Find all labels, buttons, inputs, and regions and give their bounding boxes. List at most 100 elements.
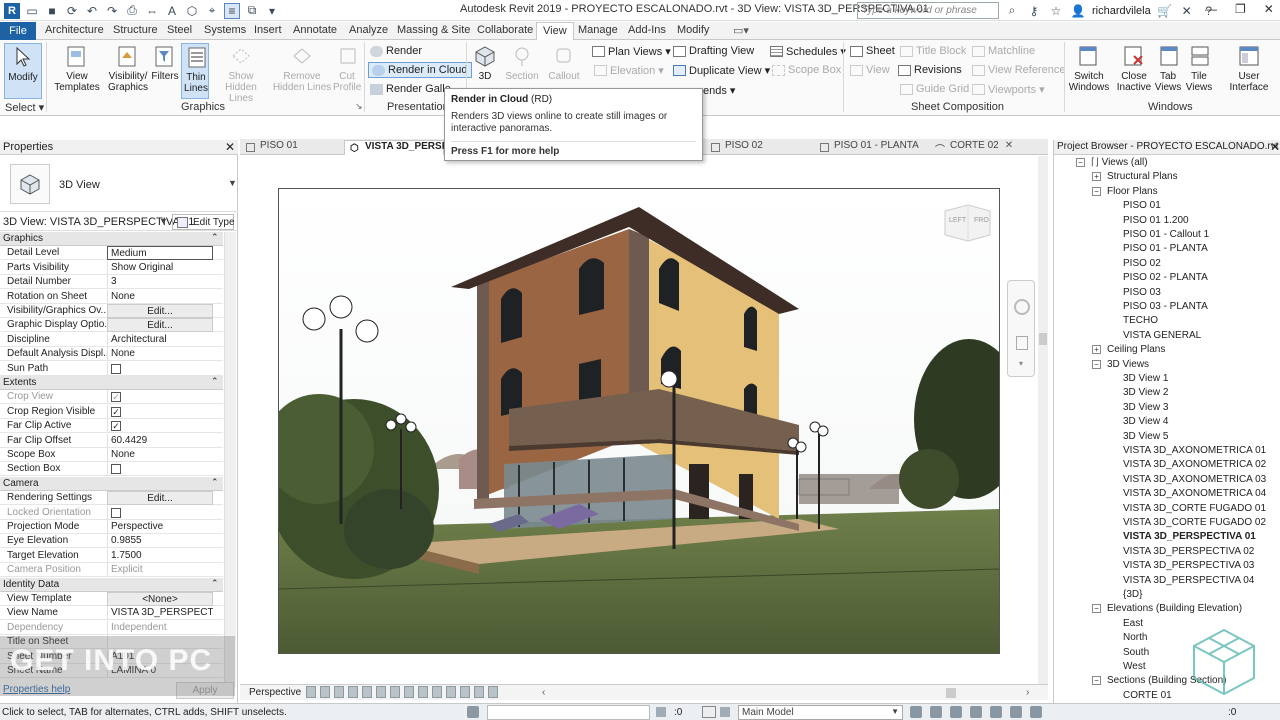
thin-lines-icon[interactable]: ≡ [224, 2, 240, 19]
property-row[interactable]: Visibility/Graphics Ov... Edit... [0, 304, 223, 318]
sheet-button[interactable]: Sheet [850, 45, 895, 57]
help-search-input[interactable]: Type a keyword or phrase [857, 2, 999, 19]
cut-profile-button[interactable]: Cut Profile [333, 43, 361, 93]
tree-node[interactable]: 3D View 2 [1123, 387, 1168, 398]
favorites-star-icon[interactable]: ☆ [1048, 3, 1064, 19]
type-selector[interactable]: 3D View ▼ [0, 156, 238, 212]
tab-add-ins[interactable]: Add-Ins [628, 24, 666, 36]
revisions-button[interactable]: Revisions [898, 64, 962, 76]
tree-node[interactable]: PISO 01 1.200 [1123, 215, 1189, 226]
property-value[interactable]: Show Original [107, 260, 213, 275]
editing-requests-icon[interactable] [656, 707, 666, 717]
user-icon[interactable]: 👤 [1070, 3, 1086, 19]
view-tab-vista-3d[interactable]: ⬡ VISTA 3D_PERSPE [344, 140, 455, 155]
tab-views-button[interactable]: Tab Views [1154, 43, 1182, 93]
drag-elements-icon[interactable] [990, 706, 1002, 718]
property-value[interactable]: ✓ [107, 419, 213, 434]
drafting-view-button[interactable]: Drafting View [673, 45, 754, 57]
close-icon[interactable]: ✕ [225, 140, 235, 154]
render-in-cloud-button[interactable]: Render in Cloud [368, 62, 472, 78]
property-group-header[interactable]: Camera ⌃ [0, 476, 223, 491]
tree-node[interactable]: VISTA 3D_PERSPECTIVA 03 [1123, 560, 1254, 571]
expand-node-icon[interactable]: + [1092, 345, 1101, 355]
tab-architecture[interactable]: Architecture [45, 24, 104, 36]
sync-icon[interactable]: ⟳ [64, 3, 80, 19]
save-icon[interactable]: ■ [44, 3, 60, 19]
plan-views-button[interactable]: Plan Views ▾ [592, 45, 671, 58]
steering-wheel-icon[interactable] [1014, 299, 1030, 315]
property-value[interactable]: <None> [107, 592, 213, 606]
property-checkbox[interactable]: ✓ [111, 406, 121, 417]
property-row[interactable]: Camera Position Explicit [0, 563, 223, 578]
property-row[interactable]: View Template <None> [0, 592, 223, 606]
tree-node[interactable]: VISTA 3D_PERSPECTIVA 02 [1123, 546, 1254, 557]
graphics-dialog-launcher-icon[interactable]: ↘ [355, 101, 363, 112]
view-tab-piso-01[interactable]: PISO 01 [240, 140, 344, 155]
user-interface-button[interactable]: User Interface [1226, 43, 1272, 93]
collapse-node-icon[interactable]: − [1092, 186, 1101, 196]
property-row[interactable]: Projection Mode Perspective [0, 520, 223, 534]
print-icon[interactable]: ⎙ [124, 3, 140, 19]
tab-insert[interactable]: Insert [254, 24, 282, 36]
tab-analyze[interactable]: Analyze [349, 24, 388, 36]
scroll-right-icon[interactable]: › [1026, 687, 1029, 698]
tree-node[interactable]: TECHO [1123, 315, 1158, 326]
property-row[interactable]: Crop Region Visible ✓ [0, 404, 223, 419]
property-value[interactable]: VISTA 3D_PERSPECTIV... [107, 606, 213, 621]
property-value[interactable]: Perspective [107, 520, 213, 534]
title-block-button[interactable]: Title Block [900, 45, 966, 57]
property-row[interactable]: Section Box [0, 462, 223, 477]
tag-icon[interactable]: A [164, 3, 180, 19]
constraints-icon[interactable] [460, 686, 470, 698]
collapse-group-icon[interactable]: ⌃ [211, 232, 219, 243]
section-button[interactable]: Section [505, 43, 539, 82]
tree-node[interactable]: PISO 03 [1123, 287, 1161, 298]
collapse-group-icon[interactable]: ⌃ [211, 477, 219, 488]
property-row[interactable]: Sun Path [0, 361, 223, 376]
property-row[interactable]: Far Clip Offset 60.4429 [0, 433, 223, 448]
tree-node[interactable]: PISO 01 [1123, 200, 1161, 211]
tree-node[interactable]: + Structural Plans [1092, 171, 1178, 182]
property-value[interactable]: None [107, 448, 213, 462]
redo-icon[interactable]: ↷ [104, 3, 120, 19]
reveal-hidden-icon[interactable] [418, 686, 428, 698]
property-row[interactable]: Parts Visibility Show Original [0, 260, 223, 275]
close-inactive-button[interactable]: Close Inactive [1114, 43, 1154, 93]
viewcube-front-label[interactable]: FRO [974, 217, 989, 224]
tab-massing-site[interactable]: Massing & Site [397, 24, 470, 36]
viewports-button[interactable]: Viewports ▾ [972, 83, 1045, 96]
section-icon[interactable]: ⌖ [204, 3, 220, 19]
view-tab-piso-02[interactable]: PISO 02 [705, 140, 795, 155]
tree-node[interactable]: North [1123, 632, 1147, 643]
tree-node[interactable]: VISTA GENERAL [1123, 330, 1201, 341]
tree-node[interactable]: VISTA 3D_AXONOMETRICA 04 [1123, 488, 1266, 499]
property-row[interactable]: Eye Elevation 0.9855 [0, 534, 223, 549]
tree-node[interactable]: CORTE 01 [1123, 690, 1172, 701]
property-value[interactable]: None [107, 347, 213, 362]
viewcube-left-label[interactable]: LEFT [949, 217, 966, 224]
view-placement-button[interactable]: View [850, 64, 890, 76]
tab-structure[interactable]: Structure [113, 24, 158, 36]
binoculars-icon[interactable]: ⌕ [1004, 3, 1020, 19]
tab-collaborate[interactable]: Collaborate [477, 24, 533, 36]
close-icon[interactable]: ✕ [1270, 140, 1280, 154]
tab-manage[interactable]: Manage [578, 24, 618, 36]
property-value[interactable] [107, 462, 213, 477]
panel-select-label[interactable]: Select ▾ [5, 101, 44, 114]
exchange-icon[interactable]: ✕ [1179, 3, 1195, 19]
properties-scrollbar[interactable] [224, 232, 236, 687]
show-analytical-icon[interactable] [446, 686, 456, 698]
undo-icon[interactable]: ↶ [84, 3, 100, 19]
highlight-displacement-icon[interactable] [474, 686, 484, 698]
property-row[interactable]: View Name VISTA 3D_PERSPECTIV... [0, 606, 223, 621]
tree-node[interactable]: PISO 02 - PLANTA [1123, 272, 1208, 283]
reveal-constraints-icon[interactable] [488, 686, 498, 698]
select-links-icon[interactable] [910, 706, 922, 718]
property-row[interactable]: Crop View ✓ [0, 390, 223, 405]
close-hidden-icon[interactable]: ⧉ [244, 3, 260, 19]
collapse-node-icon[interactable]: − [1092, 676, 1101, 686]
crop-view-icon[interactable] [362, 686, 372, 698]
zoom-icon[interactable] [1016, 336, 1028, 350]
property-value[interactable]: Medium [107, 246, 213, 261]
tab-annotate[interactable]: Annotate [293, 24, 337, 36]
